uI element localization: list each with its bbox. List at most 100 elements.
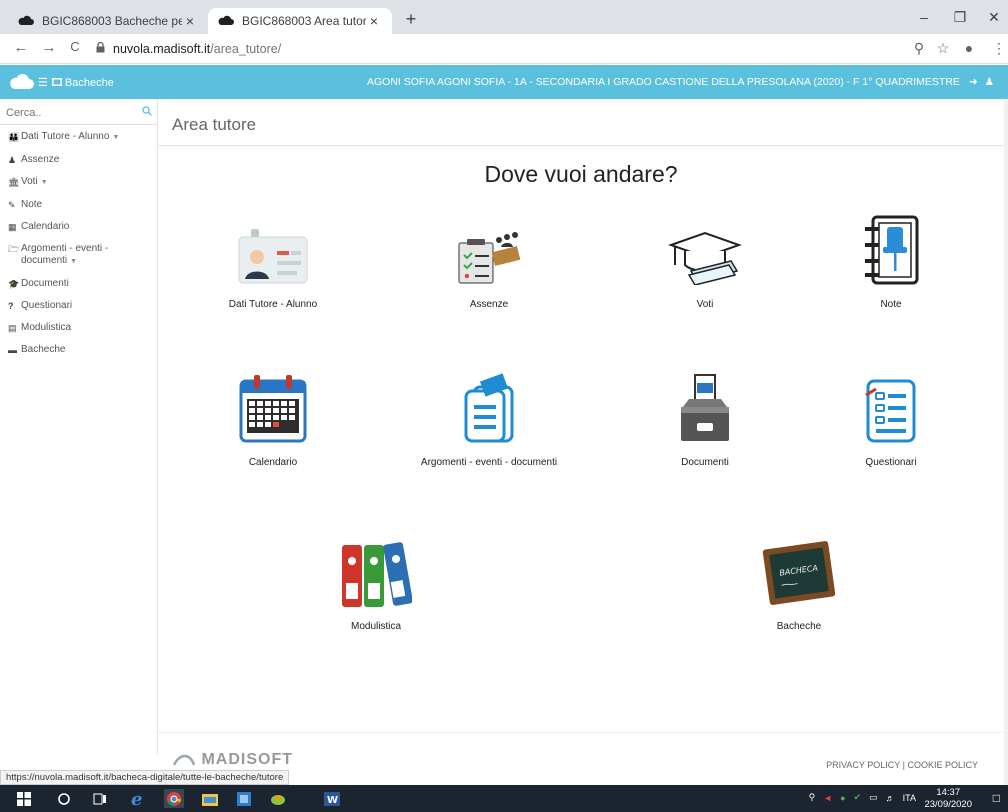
clock-date: 23/09/2020 bbox=[924, 799, 972, 810]
language-indicator[interactable]: ITA bbox=[903, 793, 916, 803]
sidebar-item-label: Modulistica bbox=[21, 322, 72, 333]
tile-questionari[interactable]: Questionari bbox=[806, 377, 976, 468]
chrome-browser-icon[interactable] bbox=[164, 789, 184, 808]
tab-area-tutore[interactable]: BGIC868003 Area tutore × bbox=[208, 8, 392, 34]
search-icon[interactable] bbox=[142, 106, 152, 119]
windows-start-icon[interactable] bbox=[14, 789, 34, 808]
star-icon[interactable]: ☆ bbox=[934, 40, 952, 57]
lock-icon bbox=[96, 41, 105, 56]
tile-label: Dati Tutore - Alunno bbox=[228, 299, 318, 310]
forward-button[interactable]: → bbox=[40, 39, 58, 56]
search-input[interactable] bbox=[0, 103, 130, 123]
volume-icon[interactable]: ♬ bbox=[886, 793, 895, 803]
sidebar-item-label: Bacheche bbox=[21, 344, 66, 355]
new-tab-button[interactable]: + bbox=[400, 9, 422, 30]
tile-label: Bacheche bbox=[776, 621, 822, 632]
caret-down-icon: ▼ bbox=[112, 134, 120, 141]
documents-icon bbox=[404, 373, 574, 443]
nuvola-logo-icon[interactable] bbox=[10, 71, 34, 94]
zoom-icon[interactable]: ⚲ bbox=[910, 40, 928, 57]
archive-icon: ▤ bbox=[8, 323, 17, 333]
footer-logo-text: MADISOFT bbox=[201, 751, 293, 768]
calendar-icon: ▦ bbox=[8, 222, 17, 232]
tile-voti[interactable]: Voti bbox=[620, 219, 790, 310]
tile-note[interactable]: Note bbox=[806, 215, 976, 310]
tab-close-icon[interactable]: × bbox=[182, 13, 198, 29]
cortana-search-icon[interactable] bbox=[54, 789, 74, 808]
sidebar-item-modulistica[interactable]: ▤ Modulistica bbox=[0, 318, 158, 340]
back-button[interactable]: ← bbox=[12, 39, 30, 56]
main-content: Area tutore Dove vuoi andare? Dati Tutor… bbox=[158, 99, 1004, 755]
users-icon: 👪 bbox=[8, 132, 20, 142]
menu-icon[interactable]: ⋮ bbox=[990, 40, 1008, 57]
pin-icon: ✎ bbox=[8, 200, 16, 210]
task-view-icon[interactable] bbox=[90, 789, 110, 808]
tile-dati-tutore[interactable]: Dati Tutore - Alunno bbox=[188, 219, 358, 310]
tray-app-icon[interactable]: ◄ bbox=[823, 793, 832, 803]
notification-icon[interactable]: □ bbox=[993, 791, 1000, 805]
document-tray-icon bbox=[620, 374, 790, 443]
page-scrollbar[interactable] bbox=[1004, 99, 1008, 785]
sidebar: 👪 Dati Tutore - Alunno▼ ♟ Assenze 🏛 Voti… bbox=[0, 99, 158, 755]
close-window-button[interactable]: ✕ bbox=[984, 9, 1004, 26]
board-icon: ▬ bbox=[8, 345, 17, 355]
sidebar-item-calendario[interactable]: ▦ Calendario bbox=[0, 217, 158, 239]
tile-label: Note bbox=[880, 299, 902, 310]
reload-button[interactable]: C bbox=[66, 39, 84, 54]
bank-icon: 🏛 bbox=[8, 177, 20, 187]
tile-argomenti[interactable]: Argomenti - eventi - documenti bbox=[404, 373, 574, 468]
tray-app-icon[interactable]: ● bbox=[840, 793, 845, 803]
menu-toggle[interactable]: ☰ Bacheche bbox=[38, 76, 114, 90]
security-icon[interactable]: ✔ bbox=[854, 792, 862, 803]
tile-bacheche[interactable]: BACHECA Bacheche bbox=[714, 541, 884, 632]
sidebar-item-label: Questionari bbox=[21, 300, 73, 311]
tile-documenti[interactable]: Documenti bbox=[620, 374, 790, 468]
sidebar-item-label: Calendario bbox=[21, 221, 70, 232]
tab-strip: BGIC868003 Bacheche per tutore × BGIC868… bbox=[0, 0, 1008, 34]
display-icon[interactable]: ▭ bbox=[869, 792, 878, 803]
tile-assenze[interactable]: Assenze bbox=[404, 219, 574, 310]
sidebar-item-dati-tutore[interactable]: 👪 Dati Tutore - Alunno ▼ bbox=[0, 127, 158, 150]
sidebar-item-voti[interactable]: 🏛 Voti ▼ bbox=[0, 172, 158, 195]
tab-close-icon[interactable]: × bbox=[366, 13, 382, 29]
sidebar-menu: 👪 Dati Tutore - Alunno ▼ ♟ Assenze 🏛 Voti… bbox=[0, 127, 158, 362]
url-host: nuvola.madisoft.it bbox=[113, 42, 211, 56]
network-icon[interactable]: ⚲ bbox=[809, 792, 816, 803]
logout-icon[interactable]: ➜ bbox=[969, 76, 978, 88]
app-icon[interactable] bbox=[234, 789, 254, 808]
file-explorer-icon[interactable] bbox=[200, 789, 220, 808]
taskbar-clock[interactable]: 14:37 23/09/2020 bbox=[924, 787, 972, 811]
cloud-favicon-icon bbox=[18, 14, 34, 28]
privacy-policy-link[interactable]: PRIVACY POLICY bbox=[826, 760, 900, 770]
restore-button[interactable]: ❐ bbox=[950, 9, 970, 26]
user-info-bar[interactable]: AGONI SOFIA AGONI SOFIA - 1A - SECONDARI… bbox=[367, 76, 994, 88]
sidebar-item-label: Voti bbox=[21, 176, 38, 187]
page-header: Area tutore bbox=[158, 99, 1004, 146]
account-icon[interactable]: ● bbox=[960, 40, 978, 56]
graduation-icon: 🎓 bbox=[8, 279, 20, 289]
tile-modulistica[interactable]: Modulistica bbox=[291, 541, 461, 632]
svg-text:W: W bbox=[327, 795, 338, 806]
tile-calendario[interactable]: Calendario bbox=[188, 375, 358, 468]
word-app-icon[interactable]: W bbox=[322, 789, 342, 808]
minimize-button[interactable]: – bbox=[914, 9, 934, 25]
game-app-icon[interactable] bbox=[268, 789, 288, 808]
user-icon: ♟ bbox=[8, 155, 17, 165]
hamburger-icon: ☰ bbox=[38, 77, 48, 89]
sidebar-item-assenze[interactable]: ♟ Assenze bbox=[0, 150, 158, 172]
dashboard-question: Dove vuoi andare? bbox=[484, 161, 678, 187]
user-icon[interactable]: ♟ bbox=[985, 76, 994, 88]
url-field[interactable]: nuvola.madisoft.it/area_tutore/ bbox=[96, 41, 281, 56]
sidebar-item-documenti[interactable]: 🎓 Documenti bbox=[0, 274, 158, 296]
sidebar-item-note[interactable]: ✎ Note bbox=[0, 195, 158, 217]
footer-separator: | bbox=[902, 760, 905, 770]
attendance-icon bbox=[404, 219, 574, 285]
tile-label: Documenti bbox=[681, 457, 729, 468]
sidebar-item-argomenti[interactable]: 🗁 Argomenti - eventi - documenti ▼ bbox=[0, 239, 158, 274]
cookie-policy-link[interactable]: COOKIE POLICY bbox=[907, 760, 978, 770]
tab-title: BGIC868003 Bacheche per tutore bbox=[42, 14, 182, 28]
tab-bacheche[interactable]: BGIC868003 Bacheche per tutore × bbox=[8, 8, 208, 34]
sidebar-item-questionari[interactable]: ? Questionari bbox=[0, 296, 158, 318]
sidebar-item-bacheche[interactable]: ▬ Bacheche bbox=[0, 340, 158, 362]
edge-browser-icon[interactable]: e bbox=[128, 789, 148, 808]
